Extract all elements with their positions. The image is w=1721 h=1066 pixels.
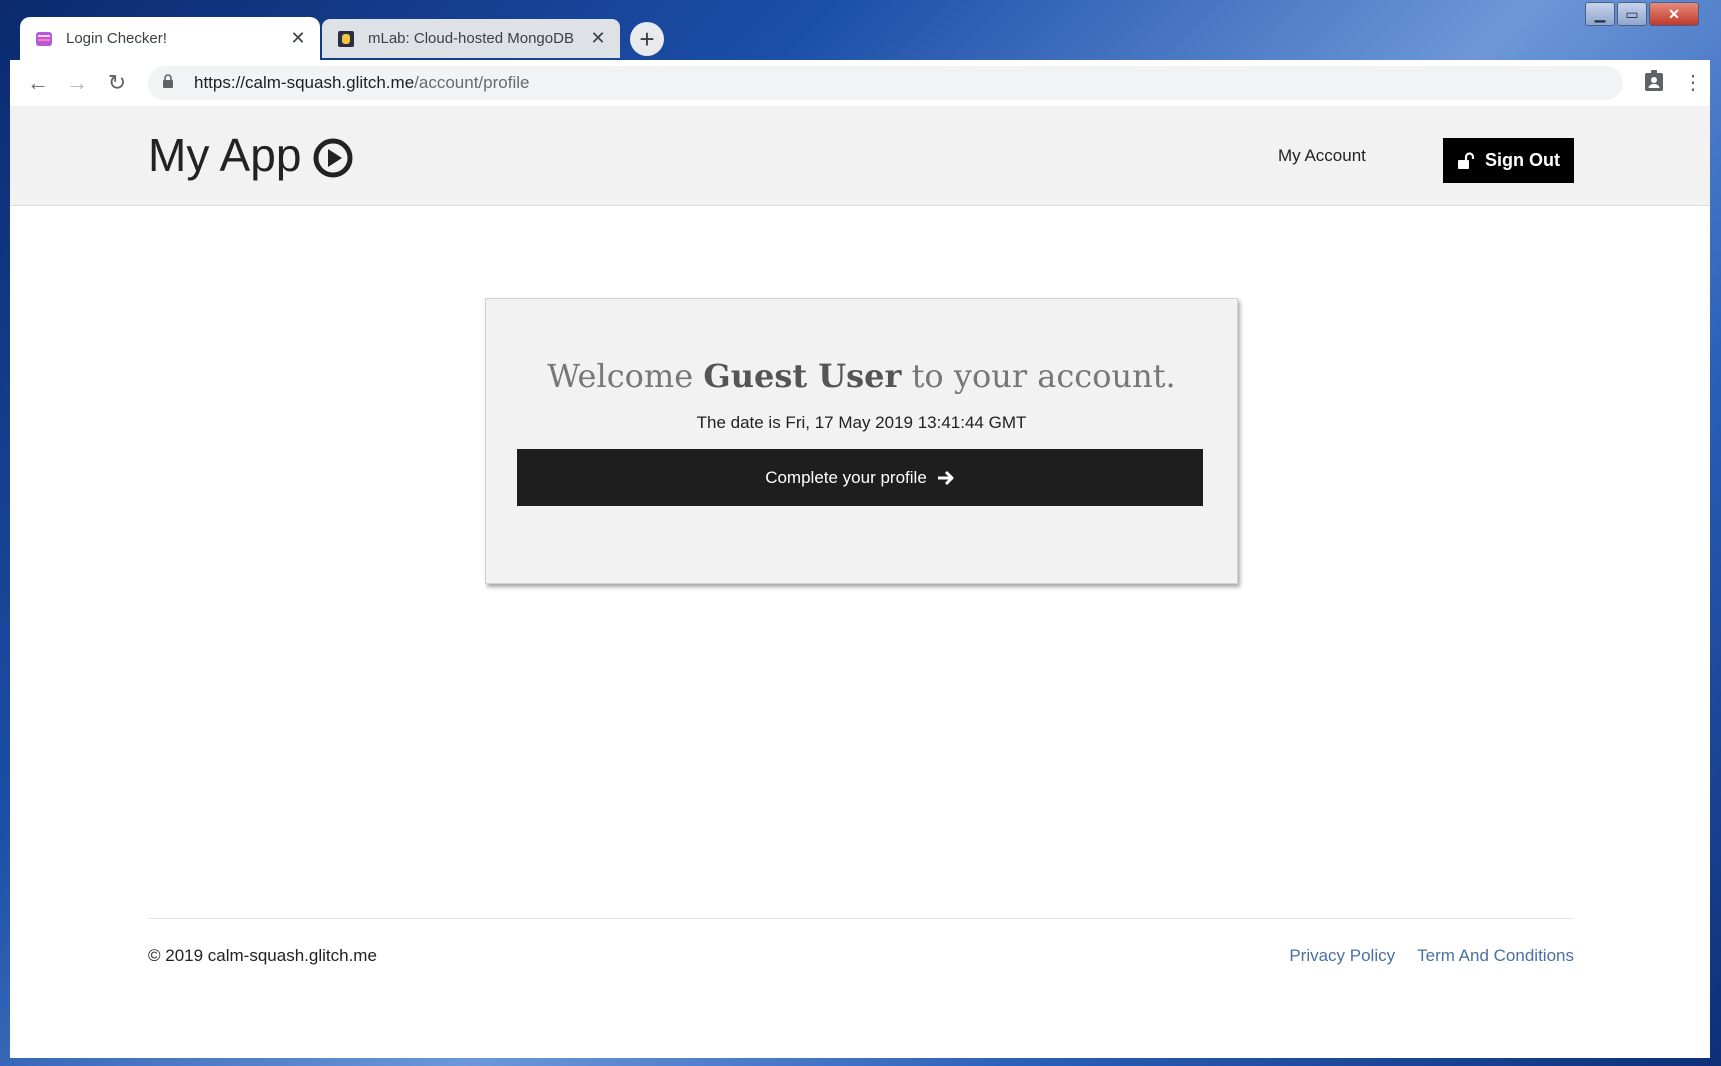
welcome-prefix: Welcome xyxy=(547,357,704,395)
date-text: The date is Fri, 17 May 2019 13:41:44 GM… xyxy=(696,413,1027,432)
tab-title: mLab: Cloud-hosted MongoDB xyxy=(368,30,574,47)
lock-icon xyxy=(162,73,176,93)
browser-window: Login Checker! ✕ mLab: Cloud-hosted Mong… xyxy=(0,0,1721,1058)
tab-login-checker[interactable]: Login Checker! ✕ xyxy=(20,17,320,60)
complete-profile-label: Complete your profile xyxy=(765,467,927,487)
menu-icon[interactable]: ⋮ xyxy=(1680,70,1706,96)
maximize-icon[interactable]: ▭ xyxy=(1617,2,1647,26)
new-tab-button[interactable]: + xyxy=(630,22,664,56)
nav-my-account-link[interactable]: My Account xyxy=(1278,146,1366,166)
play-circle-icon xyxy=(313,135,353,178)
minimize-icon[interactable]: ▁ xyxy=(1585,2,1615,26)
footer-copyright: © 2019 calm-squash.glitch.me xyxy=(148,946,377,965)
window-close-icon[interactable]: ✕ xyxy=(1649,2,1699,26)
footer-divider xyxy=(148,918,1574,919)
user-name: Guest User xyxy=(703,357,902,395)
footer-links: Privacy Policy Term And Conditions xyxy=(1267,946,1574,966)
tab-mlab[interactable]: mLab: Cloud-hosted MongoDB ✕ xyxy=(322,19,620,58)
address-bar[interactable]: https://calm-squash.glitch.me/account/pr… xyxy=(148,66,1623,100)
browser-toolbar: ← → ↻ https://calm-squash.glitch.me/acco… xyxy=(10,60,1710,107)
close-tab-icon[interactable]: ✕ xyxy=(588,28,608,49)
terms-link[interactable]: Term And Conditions xyxy=(1417,946,1574,966)
tab-title: Login Checker! xyxy=(66,30,167,47)
glitch-icon xyxy=(34,29,54,49)
welcome-heading: Welcome Guest User to your account. xyxy=(486,357,1237,395)
privacy-policy-link[interactable]: Privacy Policy xyxy=(1289,946,1395,966)
sign-out-button[interactable]: Sign Out xyxy=(1443,138,1574,183)
complete-profile-button[interactable]: Complete your profile xyxy=(517,449,1203,506)
close-tab-icon[interactable]: ✕ xyxy=(288,28,308,49)
reload-icon[interactable]: ↻ xyxy=(102,68,132,98)
url-path: /account/profile xyxy=(414,73,530,92)
welcome-suffix: to your account. xyxy=(901,357,1176,395)
arrow-right-icon xyxy=(937,470,955,486)
forward-arrow-icon[interactable]: → xyxy=(62,68,92,98)
unlock-icon xyxy=(1457,151,1475,170)
tab-strip: Login Checker! ✕ mLab: Cloud-hosted Mong… xyxy=(0,0,1721,60)
mlab-icon xyxy=(336,29,356,49)
page-viewport: My App My Account Sign Out Welcome Guest… xyxy=(10,106,1710,1058)
sign-out-label: Sign Out xyxy=(1485,150,1560,170)
brand-logo[interactable]: My App xyxy=(148,128,353,182)
brand-title: My App xyxy=(148,129,302,181)
url-host: https://calm-squash.glitch.me xyxy=(194,73,415,92)
window-controls: ▁ ▭ ✕ xyxy=(1583,2,1699,26)
profile-badge-icon[interactable] xyxy=(1641,70,1667,96)
url-text: https://calm-squash.glitch.me/account/pr… xyxy=(194,73,529,93)
welcome-card: Welcome Guest User to your account. The … xyxy=(485,298,1238,584)
site-header: My App My Account Sign Out xyxy=(10,106,1710,206)
back-arrow-icon[interactable]: ← xyxy=(23,68,53,98)
